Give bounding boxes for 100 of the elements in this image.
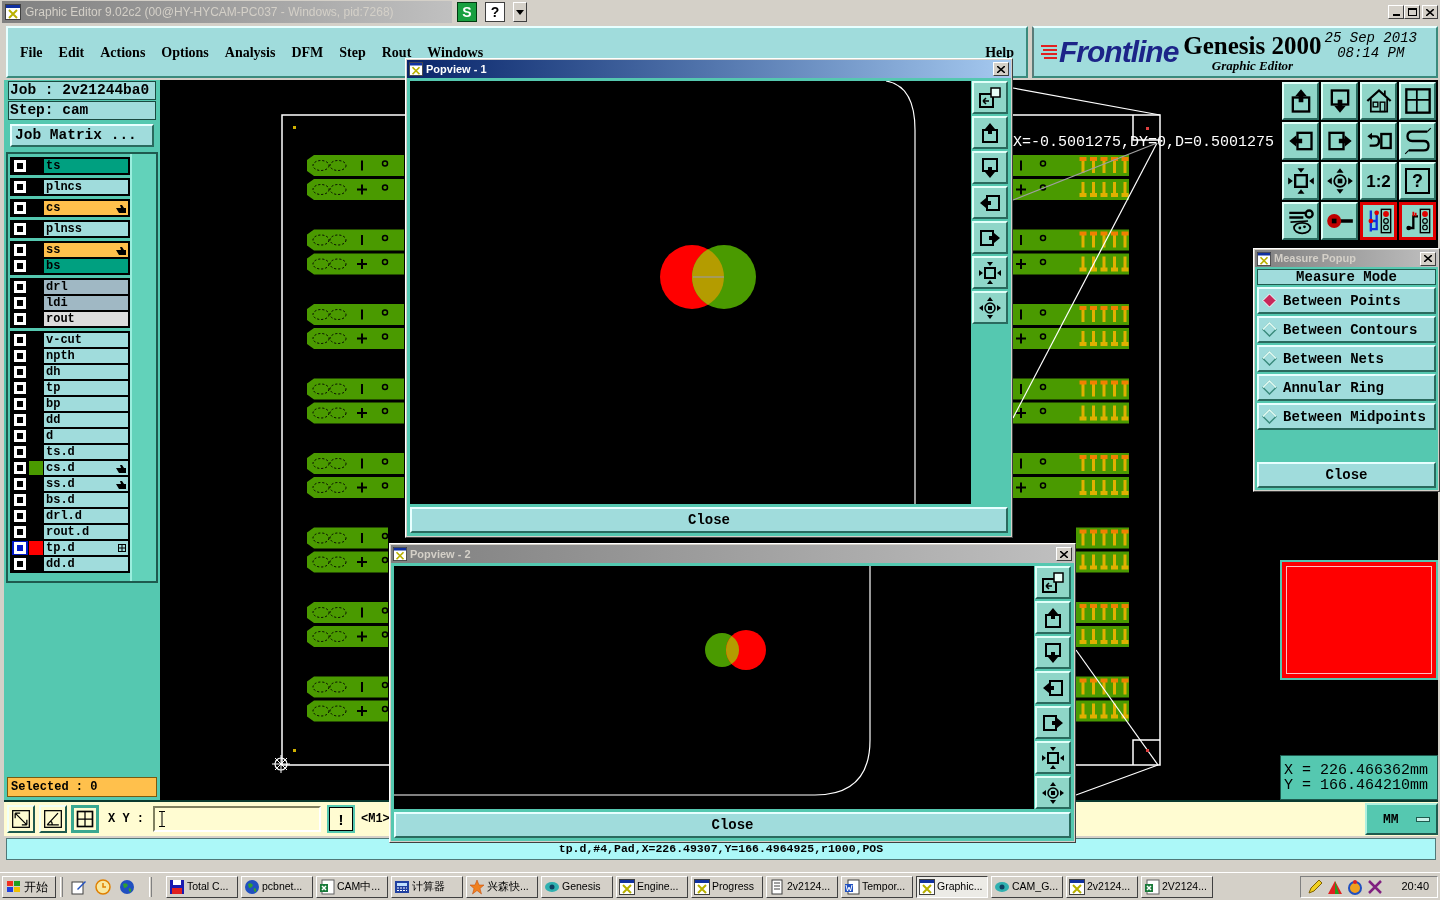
measure-option[interactable]: Between Midpoints <box>1257 403 1436 430</box>
layer-checkbox[interactable] <box>14 260 26 272</box>
layer-checkbox[interactable] <box>14 202 26 214</box>
taskbar-button[interactable]: CAM_G... <box>991 875 1063 898</box>
layer-checkbox[interactable] <box>14 430 26 442</box>
layer-name[interactable]: ss <box>44 243 128 257</box>
layer-name[interactable]: cs.d <box>44 461 128 475</box>
menu-item[interactable]: Analysis <box>224 46 276 60</box>
toolbar-button[interactable] <box>1399 202 1436 240</box>
layer-checkbox[interactable] <box>14 462 26 474</box>
taskbar-button[interactable]: 2v2124... <box>1066 875 1138 898</box>
layer-checkbox[interactable] <box>14 494 26 506</box>
menu-item[interactable]: Rout <box>381 46 412 60</box>
layer-name[interactable]: dd.d <box>44 557 128 571</box>
layer-checkbox[interactable] <box>14 510 26 522</box>
menu-item[interactable]: Actions <box>100 46 146 60</box>
job-matrix-button[interactable]: Job Matrix ... <box>10 124 154 147</box>
layer-name[interactable]: v-cut <box>44 333 128 347</box>
taskbar-button[interactable]: 兴森快... <box>466 875 538 898</box>
layer-name[interactable]: drl.d <box>44 509 128 523</box>
measure-option[interactable]: Between Contours <box>1257 316 1436 343</box>
measure-option[interactable]: Between Nets <box>1257 345 1436 372</box>
taskbar-button[interactable]: Graphic... <box>916 875 988 898</box>
menu-item[interactable]: Edit <box>58 46 85 60</box>
layer-name[interactable]: bp <box>44 397 128 411</box>
taskbar-button[interactable]: 2V2124... <box>1141 875 1213 898</box>
circle-icon[interactable] <box>1347 878 1364 895</box>
layer-checkbox[interactable] <box>14 181 26 193</box>
units-dropdown[interactable]: MM <box>1365 803 1438 835</box>
layer-name[interactable]: tp.d <box>44 541 128 555</box>
menu-item[interactable]: Help <box>985 46 1014 60</box>
layer-checkbox[interactable] <box>14 382 26 394</box>
layer-checkbox[interactable] <box>14 478 26 490</box>
toolbar-button[interactable] <box>1360 202 1397 240</box>
layer-checkbox[interactable] <box>14 558 26 570</box>
layer-name[interactable]: plncs <box>44 180 128 194</box>
pencil-icon[interactable] <box>1307 878 1324 895</box>
help-button[interactable]: ? <box>1399 162 1436 200</box>
layer-name[interactable]: npth <box>44 349 128 363</box>
layer-name[interactable]: bs <box>44 259 128 273</box>
layer-name[interactable]: tp <box>44 381 128 395</box>
taskbar-button[interactable]: Progress <box>691 875 763 898</box>
layer-checkbox[interactable] <box>14 414 26 426</box>
layer-checkbox[interactable] <box>14 244 26 256</box>
menu-item[interactable]: Step <box>339 46 366 60</box>
layer-checkbox[interactable] <box>14 526 26 538</box>
layer-name[interactable]: ts.d <box>44 445 128 459</box>
help-button[interactable]: ? <box>485 2 505 22</box>
layer-name[interactable]: dd <box>44 413 128 427</box>
minimize-button[interactable] <box>1388 5 1404 19</box>
menu-item[interactable]: Windows <box>427 46 484 60</box>
close-button[interactable] <box>1056 547 1072 561</box>
close-button[interactable] <box>1420 251 1436 266</box>
layer-name[interactable]: plnss <box>44 222 128 236</box>
layer-name[interactable]: bs.d <box>44 493 128 507</box>
layer-checkbox[interactable] <box>14 223 26 235</box>
layer-checkbox[interactable] <box>14 366 26 378</box>
taskbar-button[interactable]: Total C... <box>166 875 238 898</box>
layer-checkbox[interactable] <box>14 281 26 293</box>
layer-checkbox[interactable] <box>14 160 26 172</box>
start-button[interactable]: 开始 <box>2 875 56 898</box>
layer-checkbox[interactable] <box>14 313 26 325</box>
layer-checkbox[interactable] <box>14 398 26 410</box>
measure-option[interactable]: Annular Ring <box>1257 374 1436 401</box>
tool-button[interactable] <box>71 805 99 833</box>
taskbar-button[interactable]: 2v2124... <box>766 875 838 898</box>
close-button[interactable] <box>993 62 1009 76</box>
taskbar-button[interactable]: 计算器 <box>391 875 463 898</box>
layer-name[interactable]: ss.d <box>44 477 128 491</box>
zoom-ratio-button[interactable]: 1:2 <box>1360 162 1397 200</box>
close-button[interactable]: Close <box>410 507 1008 533</box>
taskbar-button[interactable]: Engine... <box>616 875 688 898</box>
maximize-button[interactable] <box>1404 5 1420 19</box>
taskbar-button[interactable]: Genesis <box>541 875 613 898</box>
layer-checkbox[interactable] <box>14 297 26 309</box>
close-button[interactable]: Close <box>1257 462 1436 488</box>
layer-name[interactable]: rout <box>44 312 128 326</box>
coordinate-input[interactable] <box>153 806 321 832</box>
globe-icon[interactable] <box>119 878 135 895</box>
layer-name[interactable]: rout.d <box>44 525 128 539</box>
layer-checkbox[interactable] <box>14 334 26 346</box>
layer-checkbox[interactable] <box>14 542 26 554</box>
layer-name[interactable]: ldi <box>44 296 128 310</box>
edit-document-icon[interactable] <box>71 878 87 895</box>
layer-name[interactable]: drl <box>44 280 128 294</box>
menu-item[interactable]: Options <box>161 46 209 60</box>
layer-name[interactable]: dh <box>44 365 128 379</box>
menu-item[interactable]: DFM <box>291 46 324 60</box>
execute-button[interactable]: ! <box>327 805 355 833</box>
taskbar-button[interactable]: pcbnet... <box>241 875 313 898</box>
close-button[interactable] <box>1422 5 1438 19</box>
layer-name[interactable]: ts <box>44 159 128 173</box>
x-mark-icon[interactable] <box>1367 878 1384 895</box>
layer-name[interactable]: cs <box>44 201 128 215</box>
dropdown-button[interactable] <box>513 2 527 22</box>
menu-item[interactable]: File <box>20 46 43 60</box>
layer-name[interactable]: d <box>44 429 128 443</box>
layer-checkbox[interactable] <box>14 350 26 362</box>
taskbar-button[interactable]: CAM中... <box>316 875 388 898</box>
layer-checkbox[interactable] <box>14 446 26 458</box>
